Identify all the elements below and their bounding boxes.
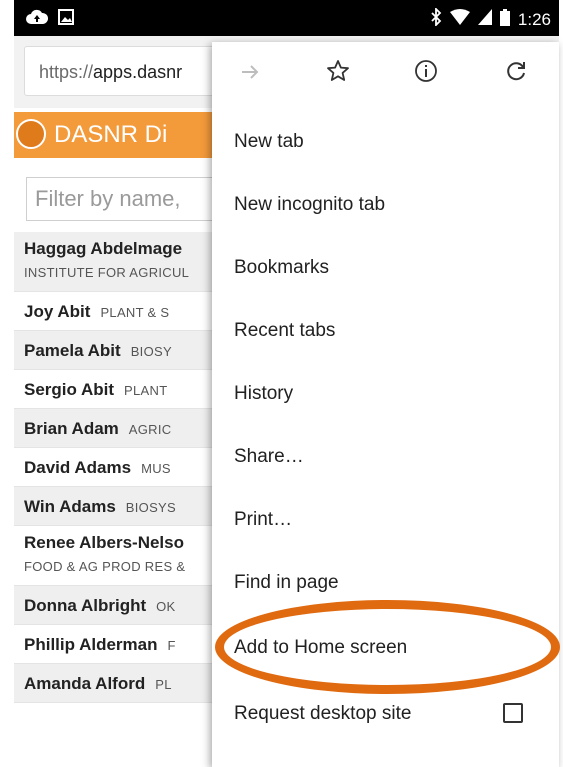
clock: 1:26 — [517, 9, 551, 29]
person-name: Renee Albers-Nelso — [24, 533, 184, 552]
menu-item-share[interactable]: Share… — [212, 425, 559, 489]
star-icon[interactable] — [320, 56, 356, 92]
menu-item-bookmarks[interactable]: Bookmarks — [212, 236, 559, 300]
wifi-icon — [449, 9, 470, 30]
request-desktop-checkbox[interactable] — [503, 703, 523, 723]
person-name: Amanda Alford — [24, 674, 146, 693]
forward-arrow-icon[interactable] — [232, 56, 268, 92]
person-name: Phillip Alderman — [24, 635, 158, 654]
menu-item-find-in-page[interactable]: Find in page — [212, 551, 559, 615]
menu-item-history[interactable]: History — [212, 362, 559, 426]
menu-item-add-to-home-screen[interactable]: Add to Home screen — [212, 616, 559, 680]
person-name: David Adams — [24, 458, 132, 477]
person-name: Brian Adam — [24, 419, 119, 438]
person-department: PLANT & S — [100, 305, 170, 320]
person-department: OK — [156, 599, 176, 614]
person-department: MUS — [141, 461, 171, 476]
menu-item-request-desktop-site[interactable]: Request desktop site — [212, 682, 559, 746]
battery-icon — [499, 8, 510, 31]
url-host: apps.dasnr — [93, 62, 183, 82]
menu-item-new-incognito-tab[interactable]: New incognito tab — [212, 173, 559, 237]
request-desktop-label: Request desktop site — [234, 703, 412, 724]
refresh-icon[interactable] — [498, 56, 534, 92]
bluetooth-icon — [430, 6, 442, 31]
cloud-upload-icon — [26, 9, 49, 30]
info-icon[interactable] — [408, 56, 444, 92]
person-name: Pamela Abit — [24, 341, 121, 360]
person-name: Joy Abit — [24, 302, 91, 321]
status-bar: 1:26 — [14, 0, 559, 36]
menu-toolbar — [212, 42, 559, 106]
url-prefix: https:// — [39, 62, 94, 82]
person-department: AGRIC — [128, 422, 172, 437]
person-name: Haggag Abdelmage — [24, 239, 183, 258]
person-department: F — [167, 638, 176, 653]
logo-icon — [16, 119, 46, 149]
menu-item-print[interactable]: Print… — [212, 488, 559, 552]
image-icon — [58, 9, 74, 30]
person-department: BIOSYS — [125, 500, 177, 515]
menu-item-recent-tabs[interactable]: Recent tabs — [212, 299, 559, 363]
person-department: PLANT — [124, 383, 168, 398]
person-department: BIOSY — [130, 344, 172, 359]
person-name: Sergio Abit — [24, 380, 115, 399]
signal-icon — [477, 9, 492, 30]
person-name: Donna Albright — [24, 596, 147, 615]
person-department: PL — [155, 677, 172, 692]
person-name: Win Adams — [24, 497, 116, 516]
site-title: DASNR Di — [54, 121, 168, 148]
menu-item-new-tab[interactable]: New tab — [212, 110, 559, 174]
overflow-menu: New tab New incognito tab Bookmarks Rece… — [212, 42, 559, 767]
